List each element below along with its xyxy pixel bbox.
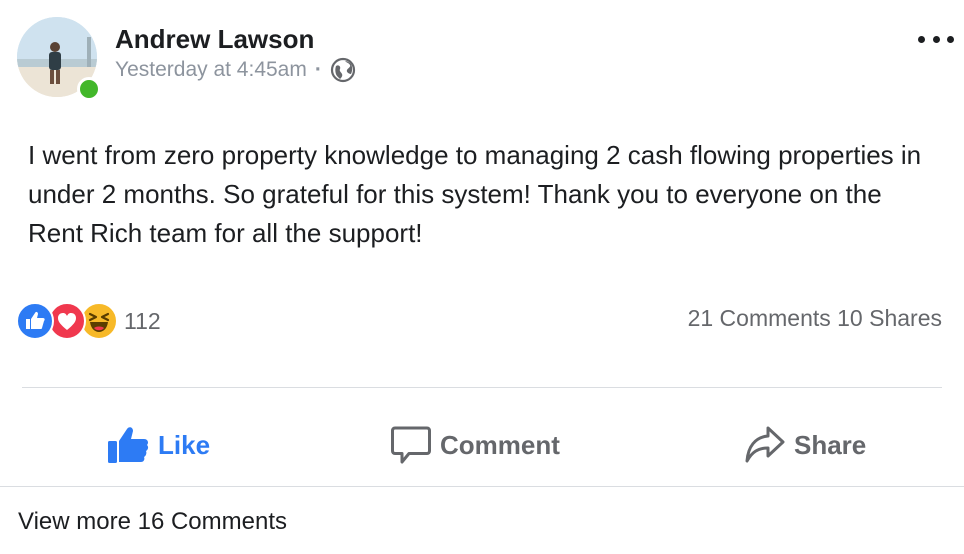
thumbs-up-icon xyxy=(108,427,149,463)
comment-button[interactable]: Comment xyxy=(390,420,560,470)
post-text: I went from zero property knowledge to m… xyxy=(28,140,922,248)
meta-separator: · xyxy=(314,58,322,81)
share-label: Share xyxy=(794,429,867,460)
like-label: Like xyxy=(158,429,211,460)
shares-count[interactable]: 10 Shares xyxy=(837,305,942,331)
dot-icon xyxy=(932,35,940,43)
post-card: Andrew Lawson Yesterday at 4:45am · I we… xyxy=(0,0,964,554)
post-meta: Yesterday at 4:45am · xyxy=(115,56,356,84)
reactions-summary[interactable]: 112 xyxy=(16,302,161,340)
like-button[interactable]: Like xyxy=(106,420,210,470)
like-reaction-icon xyxy=(16,302,54,340)
share-button[interactable]: Share xyxy=(744,420,866,470)
dot-icon xyxy=(918,35,925,43)
globe-icon[interactable] xyxy=(330,57,356,83)
more-options-button[interactable] xyxy=(918,28,954,50)
comment-icon xyxy=(391,426,431,464)
divider xyxy=(22,387,942,388)
post-timestamp[interactable]: Yesterday at 4:45am xyxy=(115,58,307,82)
comment-label: Comment xyxy=(440,429,560,460)
view-more-comments-link[interactable]: View more 16 Comments xyxy=(18,508,287,536)
engagement-counts: 21 Comments 10 Shares xyxy=(688,305,942,332)
divider xyxy=(0,486,964,487)
dot-icon xyxy=(947,35,954,43)
online-status-indicator xyxy=(77,77,101,101)
comments-count[interactable]: 21 Comments xyxy=(688,305,831,331)
author-name[interactable]: Andrew Lawson xyxy=(115,24,314,55)
share-icon xyxy=(745,426,785,463)
reaction-count: 112 xyxy=(124,307,161,334)
